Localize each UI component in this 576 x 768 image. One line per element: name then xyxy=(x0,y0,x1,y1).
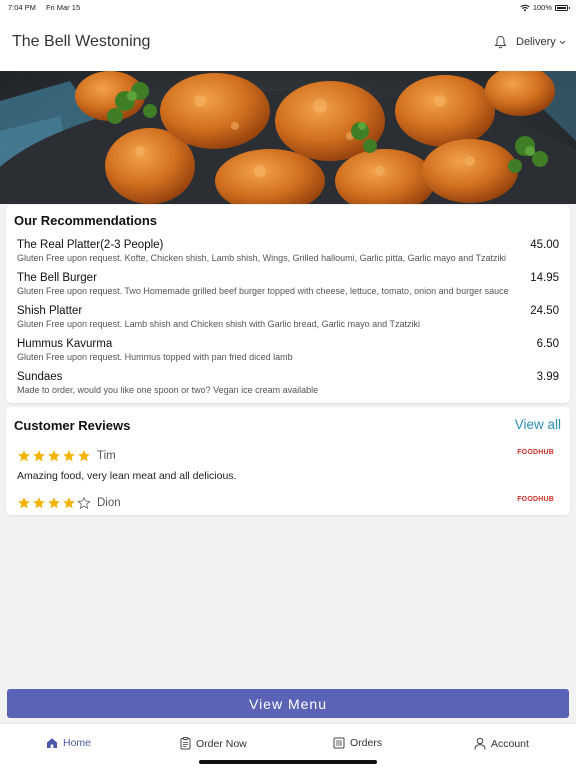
star-empty-icon xyxy=(77,496,91,510)
home-icon xyxy=(47,738,57,748)
review-item: Dion FOODHUB xyxy=(17,496,559,510)
tab-label: Home xyxy=(63,737,92,749)
wifi-icon xyxy=(520,4,530,11)
battery-percent: 100% xyxy=(532,3,552,12)
star-filled-icon xyxy=(48,497,60,509)
menu-item-price: 14.95 xyxy=(530,272,559,284)
delivery-mode-label: Delivery xyxy=(516,36,556,48)
menu-item-name: Hummus Kavurma xyxy=(17,338,113,350)
status-date: Fri Mar 15 xyxy=(45,3,81,12)
home-indicator xyxy=(199,760,377,764)
recommendations-card: Our Recommendations The Real Platter(2-3… xyxy=(6,205,570,403)
star-filled-icon xyxy=(63,497,75,509)
app-header: The Bell Westoning Delivery xyxy=(0,14,576,71)
tab-account[interactable]: Account xyxy=(474,737,529,750)
menu-item-price: 3.99 xyxy=(536,371,559,383)
account-icon xyxy=(474,737,486,750)
view-menu-button[interactable]: View Menu xyxy=(7,689,569,718)
menu-item[interactable]: The Real Platter(2-3 People) 45.00 Glute… xyxy=(17,239,559,263)
tab-label: Orders xyxy=(350,737,383,749)
foodhub-logo: FOODHUB xyxy=(517,496,554,503)
delivery-mode-select[interactable]: Delivery xyxy=(516,36,566,48)
menu-item-name: Sundaes xyxy=(17,371,63,383)
foodhub-logo: FOODHUB xyxy=(517,449,554,456)
tab-label: Order Now xyxy=(196,737,247,750)
menu-item-description: Made to order, would you like one spoon … xyxy=(17,385,319,395)
status-time: 7:04 PM xyxy=(8,3,36,12)
menu-item-description: Gluten Free upon request. Lamb shish and… xyxy=(17,319,421,329)
reviewer-name: Dion xyxy=(97,497,121,509)
bell-icon[interactable] xyxy=(494,35,507,49)
menu-item-description: Gluten Free upon request. Two Homemade g… xyxy=(17,286,509,296)
review-text: Amazing food, very lean meat and all del… xyxy=(17,470,237,482)
recommendations-title: Our Recommendations xyxy=(14,213,158,228)
orders-icon xyxy=(333,737,345,749)
order-icon xyxy=(180,737,191,750)
customer-reviews-title: Customer Reviews xyxy=(14,418,131,433)
menu-item-description: Gluten Free upon request. Kofte, Chicken… xyxy=(17,253,507,263)
hero-image xyxy=(0,71,576,204)
review-item: Tim FOODHUB Amazing food, very lean meat… xyxy=(17,449,559,482)
menu-item[interactable]: Hummus Kavurma 6.50 Gluten Free upon req… xyxy=(17,338,559,362)
battery-icon xyxy=(555,4,570,11)
tab-label: Account xyxy=(491,737,529,750)
star-filled-icon xyxy=(18,497,30,509)
page-title: The Bell Westoning xyxy=(12,33,151,50)
menu-item-price: 6.50 xyxy=(536,338,559,350)
tab-orders[interactable]: Orders xyxy=(333,737,382,749)
status-bar: 7:04 PM Fri Mar 15 100% xyxy=(0,0,576,14)
menu-item-price: 45.00 xyxy=(530,239,559,251)
chevron-down-icon xyxy=(559,40,566,44)
view-all-link[interactable]: View all xyxy=(515,417,561,432)
fried-chicken-image xyxy=(0,71,576,204)
menu-item-description: Gluten Free upon request. Hummus topped … xyxy=(17,352,293,362)
menu-item-name: The Real Platter(2-3 People) xyxy=(17,239,164,251)
reviewer-name: Tim xyxy=(97,450,116,462)
menu-item-name: Shish Platter xyxy=(17,305,83,317)
menu-item[interactable]: Sundaes 3.99 Made to order, would you li… xyxy=(17,371,559,395)
menu-item[interactable]: Shish Platter 24.50 Gluten Free upon req… xyxy=(17,305,559,329)
star-filled-icon xyxy=(33,497,45,509)
star-filled-icon xyxy=(63,450,75,462)
menu-item-name: The Bell Burger xyxy=(17,272,97,284)
star-filled-icon xyxy=(78,450,90,462)
menu-item[interactable]: The Bell Burger 14.95 Gluten Free upon r… xyxy=(17,272,559,296)
customer-reviews-card: Customer Reviews View all Tim FOODHUB Am… xyxy=(6,407,570,515)
tab-order-now[interactable]: Order Now xyxy=(180,737,247,750)
star-filled-icon xyxy=(33,450,45,462)
star-filled-icon xyxy=(48,450,60,462)
star-filled-icon xyxy=(18,450,30,462)
tab-home[interactable]: Home xyxy=(46,737,91,749)
menu-item-price: 24.50 xyxy=(530,305,559,317)
